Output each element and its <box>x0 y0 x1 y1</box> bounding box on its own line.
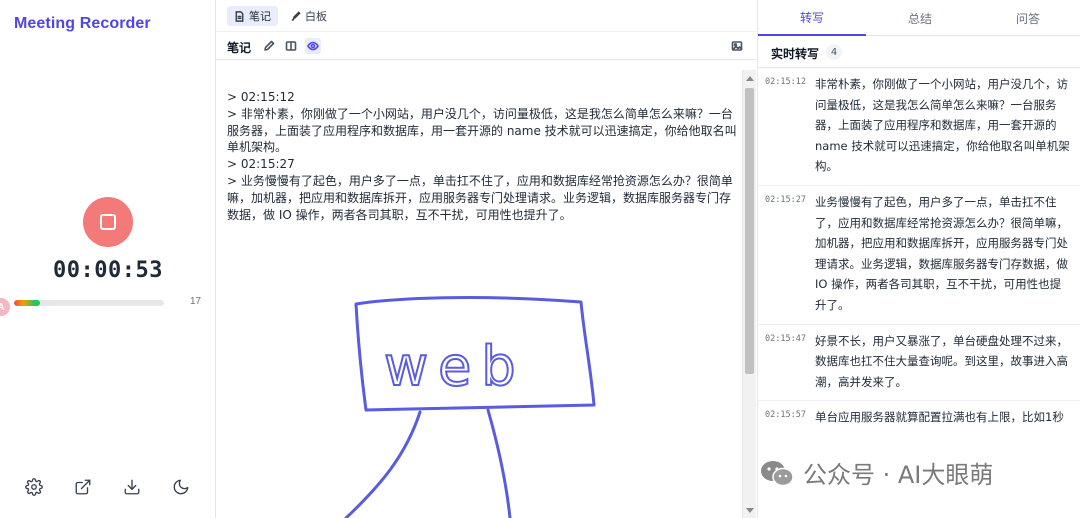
split-view-button[interactable] <box>283 38 299 54</box>
transcript-panel: 转写 总结 问答 实时转写 4 02:15:12 非常朴素，你刚做了一个小网站，… <box>757 0 1080 518</box>
note-toolbar: 笔记 <box>216 32 756 60</box>
transcript-entry[interactable]: 02:15:47 好景不长，用户又暴涨了，单台硬盘处理不过来，数据库也扛不住大量… <box>758 325 1080 402</box>
tab-summary[interactable]: 总结 <box>866 0 974 36</box>
transcript-entry[interactable]: 02:15:57 单台应用服务器就算配置拉满也有上限，比如1秒只能扛100个请求… <box>758 401 1080 430</box>
whiteboard-drawing[interactable]: web <box>216 280 742 518</box>
entry-timestamp: 02:15:47 <box>765 333 806 344</box>
note-line: > 业务慢慢有了起色，用户多了一点，单击扛不住了，应用和数据库经常抢资源怎么办？… <box>227 173 733 222</box>
recording-timer: 00:00:53 <box>53 258 163 283</box>
document-icon <box>235 10 244 22</box>
image-icon <box>731 41 743 51</box>
brush-icon <box>291 10 301 21</box>
transcript-entry[interactable]: 02:15:27 业务慢慢有了起色，用户多了一点，单击扛不住了，应用和数据库经常… <box>758 186 1080 325</box>
tab-qa[interactable]: 问答 <box>974 0 1080 36</box>
entry-text: 单台应用服务器就算配置拉满也有上限，比如1秒只能扛100个请求，来了500个请求… <box>815 410 1064 425</box>
entry-timestamp: 02:15:57 <box>765 410 806 421</box>
entry-text: 好景不长，用户又暴涨了，单台硬盘处理不过来，数据库也扛不住大量查询呢。到这里，故… <box>815 333 1068 389</box>
whiteboard-text: web <box>384 335 526 398</box>
audio-level-fill <box>14 300 40 306</box>
transcript-count-badge: 4 <box>826 44 842 60</box>
app-title: Meeting Recorder <box>14 15 151 32</box>
wechat-icon <box>761 460 794 486</box>
note-content[interactable]: > 02:15:12 > 非常朴素，你刚做了一个小网站，用户没几个，访问量极低，… <box>227 89 737 223</box>
external-link-icon[interactable] <box>74 478 94 498</box>
note-line: > 02:15:12 <box>227 90 295 104</box>
transcript-entry[interactable]: 02:15:12 非常朴素，你刚做了一个小网站，用户没几个，访问量极低，这是我怎… <box>758 68 1080 186</box>
drawing-left-leg <box>344 410 422 518</box>
entry-timestamp: 02:15:12 <box>765 77 806 87</box>
tab-whiteboard-label: 白板 <box>305 10 327 23</box>
pencil-icon <box>264 40 275 51</box>
insert-image-button[interactable] <box>729 38 745 54</box>
note-line: > 02:15:27 <box>227 157 295 172</box>
scroll-thumb[interactable] <box>745 88 754 374</box>
tab-whiteboard[interactable]: 白板 <box>283 6 334 26</box>
settings-icon[interactable] <box>25 478 45 498</box>
entry-text: 非常朴素，你刚做了一个小网站，用户没几个，访问量极低，这是我怎么简单怎么来嘛？一… <box>815 77 1070 174</box>
entry-timestamp: 02:15:27 <box>765 194 806 205</box>
preview-mode-button[interactable] <box>305 38 321 54</box>
tab-transcript[interactable]: 转写 <box>758 0 866 36</box>
note-line: > 非常朴素，你刚做了一个小网站，用户没几个，访问量极低，这是我怎么简单怎么来嘛… <box>227 106 737 155</box>
sidebar: Meeting Recorder 00:00:53 A 17 <box>0 0 216 518</box>
note-label: 笔记 <box>227 41 252 55</box>
sidebar-toolbar <box>0 478 216 500</box>
panel-tabs: 转写 总结 问答 <box>758 0 1080 36</box>
transcript-list[interactable]: 02:15:12 非常朴素，你刚做了一个小网站，用户没几个，访问量极低，这是我怎… <box>758 68 1080 430</box>
transcript-header: 实时转写 4 <box>758 36 1080 68</box>
tab-notes-label: 笔记 <box>249 10 271 23</box>
transcript-title: 实时转写 <box>771 47 820 61</box>
note-editor: 笔记 白板 笔记 > 02:15:12 > 非常朴素，你刚做了一个小网站，用户没… <box>216 0 756 518</box>
download-icon[interactable] <box>123 478 143 498</box>
watermark-text: 公众号 · AI大眼萌 <box>803 461 994 489</box>
eye-icon <box>307 41 319 51</box>
scroll-down-arrow[interactable] <box>746 508 754 513</box>
mode-tabs: 笔记 白板 <box>216 0 756 32</box>
scroll-up-arrow[interactable] <box>746 76 754 81</box>
entry-text: 业务慢慢有了起色，用户多了一点，单击扛不住了，应用和数据库经常抢资源怎么办？很简… <box>815 194 1068 312</box>
columns-icon <box>285 41 297 51</box>
tab-notes[interactable]: 笔记 <box>227 6 278 26</box>
drawing-right-leg <box>486 408 512 518</box>
moon-icon[interactable] <box>172 478 192 498</box>
stop-icon <box>100 214 116 230</box>
audio-level-meter <box>14 300 164 306</box>
watermark: 公众号 · AI大眼萌 <box>759 455 993 490</box>
stop-recording-button[interactable] <box>83 197 133 247</box>
audio-level-count: 17 <box>190 296 202 307</box>
edit-mode-button[interactable] <box>261 38 277 54</box>
note-scrollbar[interactable] <box>742 70 756 518</box>
level-badge: A <box>0 298 10 316</box>
